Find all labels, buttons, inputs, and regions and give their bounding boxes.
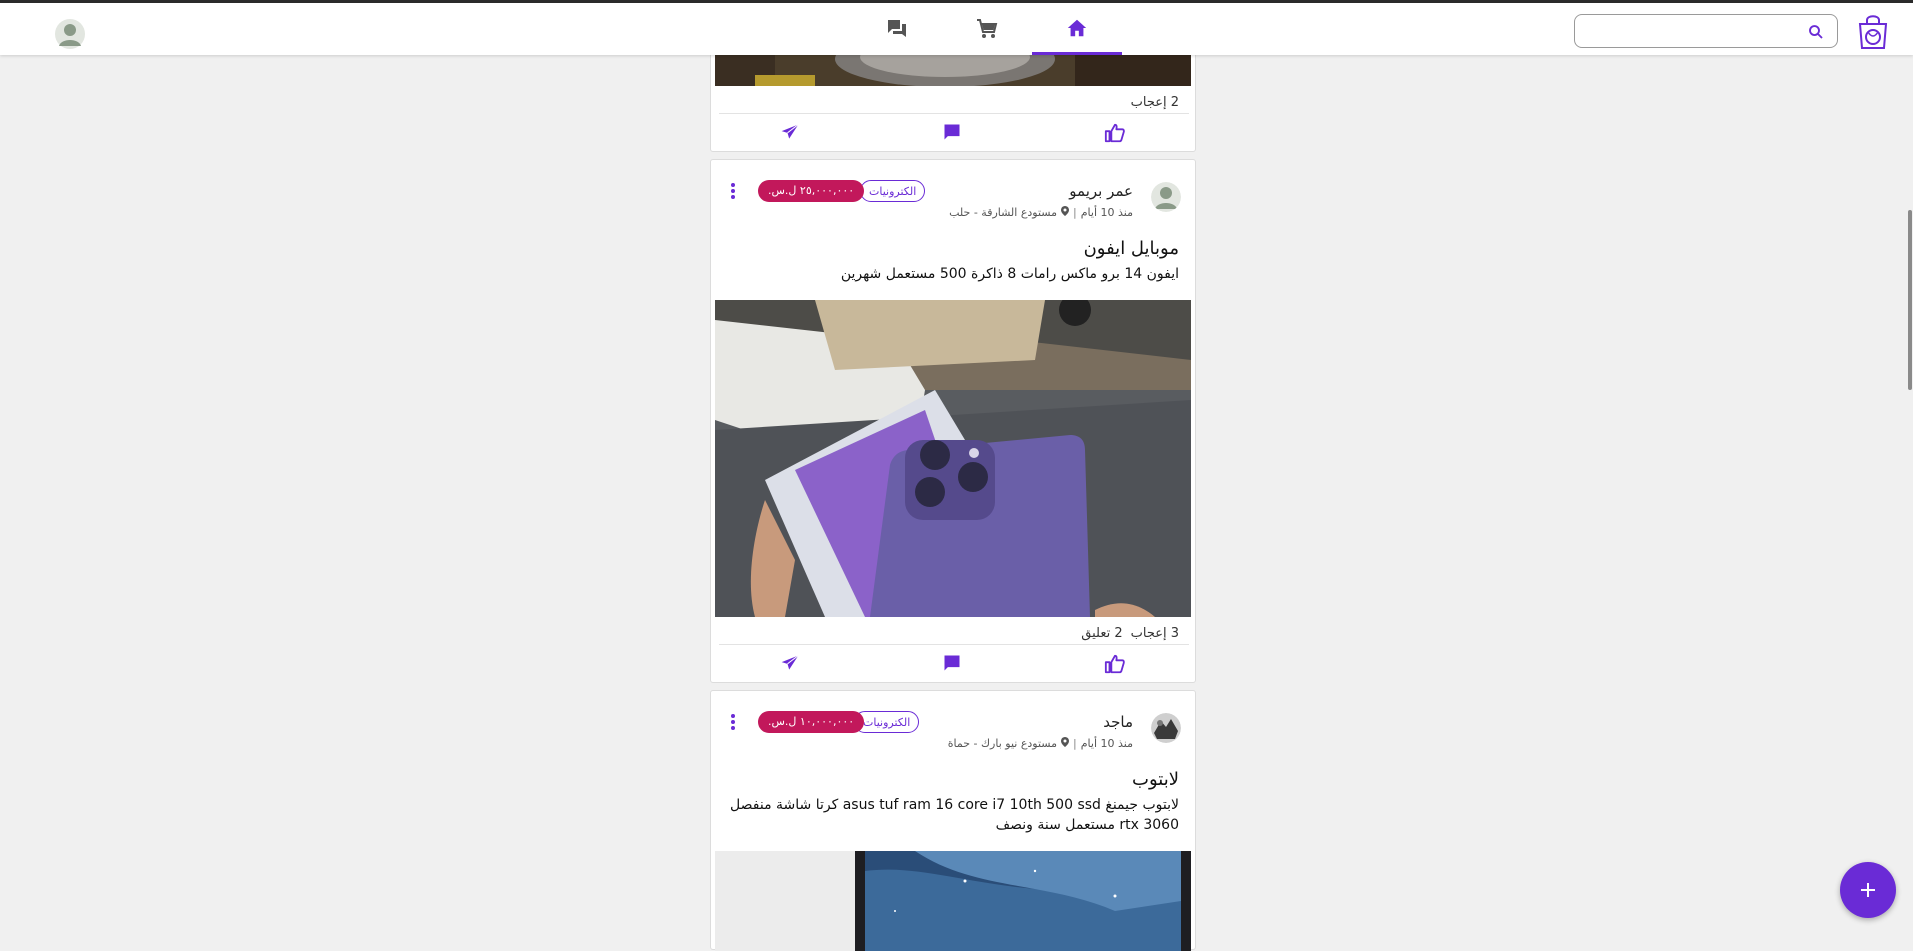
nav-messages[interactable] — [852, 3, 942, 55]
divider — [719, 113, 1189, 114]
post-username[interactable]: ماجد — [1103, 713, 1133, 731]
add-post-button[interactable] — [1840, 862, 1896, 918]
user-avatar[interactable] — [1151, 713, 1181, 743]
share-button[interactable] — [780, 653, 804, 677]
post-location: مستودع نيو بارك - حماة — [947, 737, 1058, 750]
divider — [719, 644, 1189, 645]
category-tag[interactable]: الكترونيات — [860, 180, 926, 202]
post-meta: منذ 10 أيام | مستودع الشارقة - حلب — [949, 206, 1133, 219]
search-field[interactable] — [1574, 14, 1838, 48]
post-image[interactable] — [715, 300, 1191, 617]
post-stats: 2 إعجاب — [1131, 95, 1179, 110]
price-badge: ١٠,٠٠٠,٠٠٠ ل.س. — [758, 711, 865, 733]
likes-count[interactable]: 3 إعجاب — [1131, 626, 1179, 641]
messages-icon — [888, 20, 906, 37]
profile-avatar-icon[interactable] — [55, 19, 85, 49]
share-icon — [781, 124, 799, 139]
like-button[interactable] — [1104, 122, 1128, 146]
post-description: لابتوب جيمنغ asus tuf ram 16 core i7 10t… — [730, 797, 1179, 833]
comment-icon — [944, 124, 960, 140]
post-image[interactable] — [715, 851, 1191, 951]
nav-cart[interactable] — [942, 3, 1032, 55]
more-options-icon[interactable] — [729, 713, 737, 731]
post-time: منذ 10 أيام — [1080, 206, 1133, 219]
like-button[interactable] — [1104, 653, 1128, 677]
share-icon — [781, 655, 799, 670]
post-card: ماجد منذ 10 أيام | مستودع نيو بارك - حما… — [710, 690, 1196, 951]
separator: | — [1073, 206, 1077, 219]
search-input[interactable] — [1585, 21, 1799, 43]
separator: | — [1073, 737, 1077, 750]
comment-button[interactable] — [942, 653, 966, 677]
post-username[interactable]: عمر بريمو — [1069, 182, 1133, 200]
user-avatar[interactable] — [1151, 182, 1181, 212]
post-location: مستودع الشارقة - حلب — [949, 206, 1058, 219]
search-icon[interactable] — [1807, 23, 1825, 41]
post-image[interactable] — [715, 53, 1191, 86]
like-icon — [1104, 654, 1125, 674]
price-badge: ٢٥,٠٠٠,٠٠٠ ل.س. — [758, 180, 865, 202]
like-icon — [1104, 123, 1125, 143]
post-title: لابتوب — [1132, 769, 1179, 790]
comments-count[interactable]: 2 تعليق — [1081, 626, 1122, 641]
post-meta: منذ 10 أيام | مستودع نيو بارك - حماة — [948, 737, 1133, 750]
post-stats: 3 إعجاب 2 تعليق — [1081, 626, 1179, 641]
comment-icon — [944, 655, 960, 671]
post-title: موبايل ايفون — [1083, 238, 1179, 259]
cart-icon — [977, 19, 998, 38]
nav-home[interactable] — [1032, 3, 1122, 55]
comment-button[interactable] — [942, 122, 966, 146]
location-pin-icon — [1061, 206, 1070, 219]
post-card: عمر بريمو منذ 10 أيام | مستودع الشارقة -… — [710, 159, 1196, 683]
scrollbar-track[interactable] — [1906, 55, 1913, 927]
likes-count[interactable]: 2 إعجاب — [1131, 95, 1179, 110]
post-time: منذ 10 أيام — [1080, 737, 1133, 750]
location-pin-icon — [1061, 737, 1070, 750]
scrollbar-thumb[interactable] — [1908, 210, 1912, 390]
post-description: ايفون 14 برو ماكس رامات 8 ذاكرة 500 مستع… — [840, 266, 1179, 282]
plus-icon — [1861, 883, 1875, 897]
more-options-icon[interactable] — [729, 182, 737, 200]
home-icon — [1067, 19, 1087, 36]
app-logo-icon[interactable] — [1856, 12, 1890, 50]
share-button[interactable] — [780, 122, 804, 146]
top-app-bar — [0, 3, 1913, 55]
